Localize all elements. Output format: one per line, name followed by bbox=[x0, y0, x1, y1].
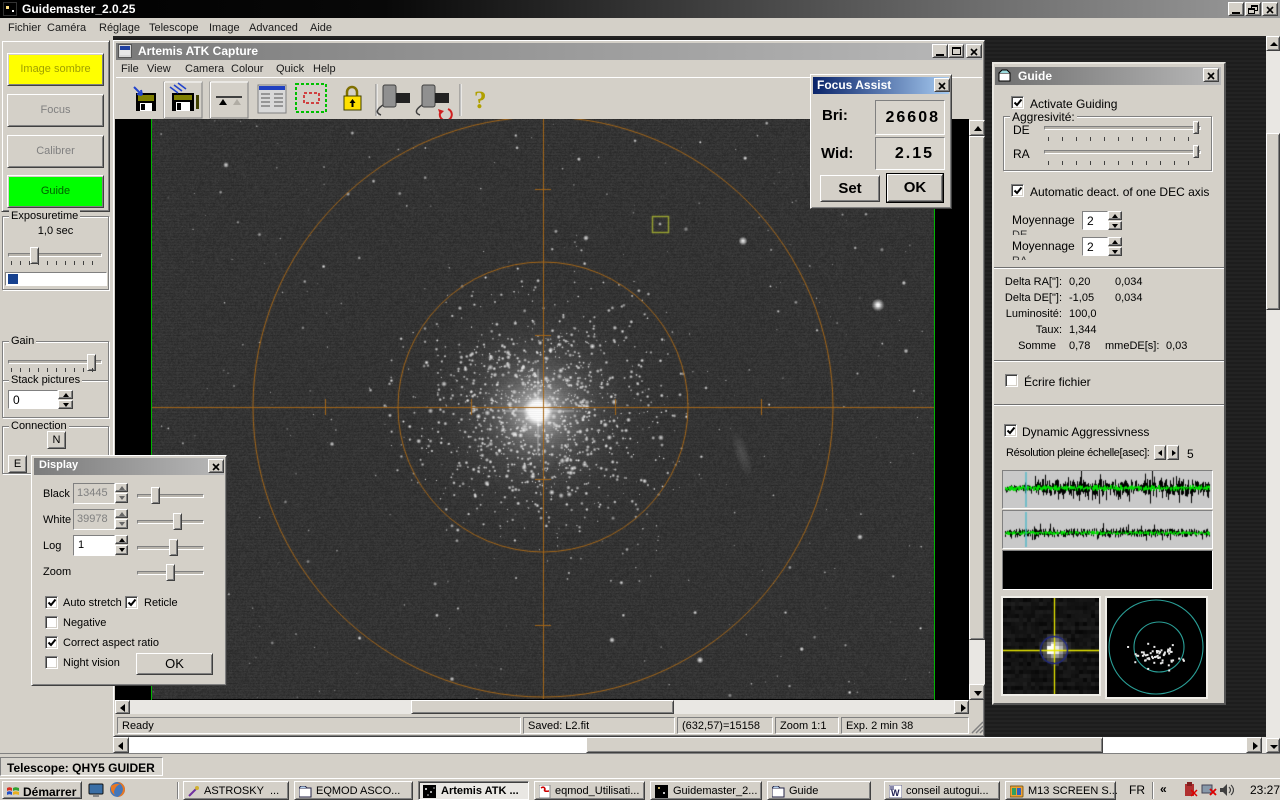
svg-text:?: ? bbox=[474, 87, 487, 114]
svg-text:W: W bbox=[891, 788, 900, 798]
